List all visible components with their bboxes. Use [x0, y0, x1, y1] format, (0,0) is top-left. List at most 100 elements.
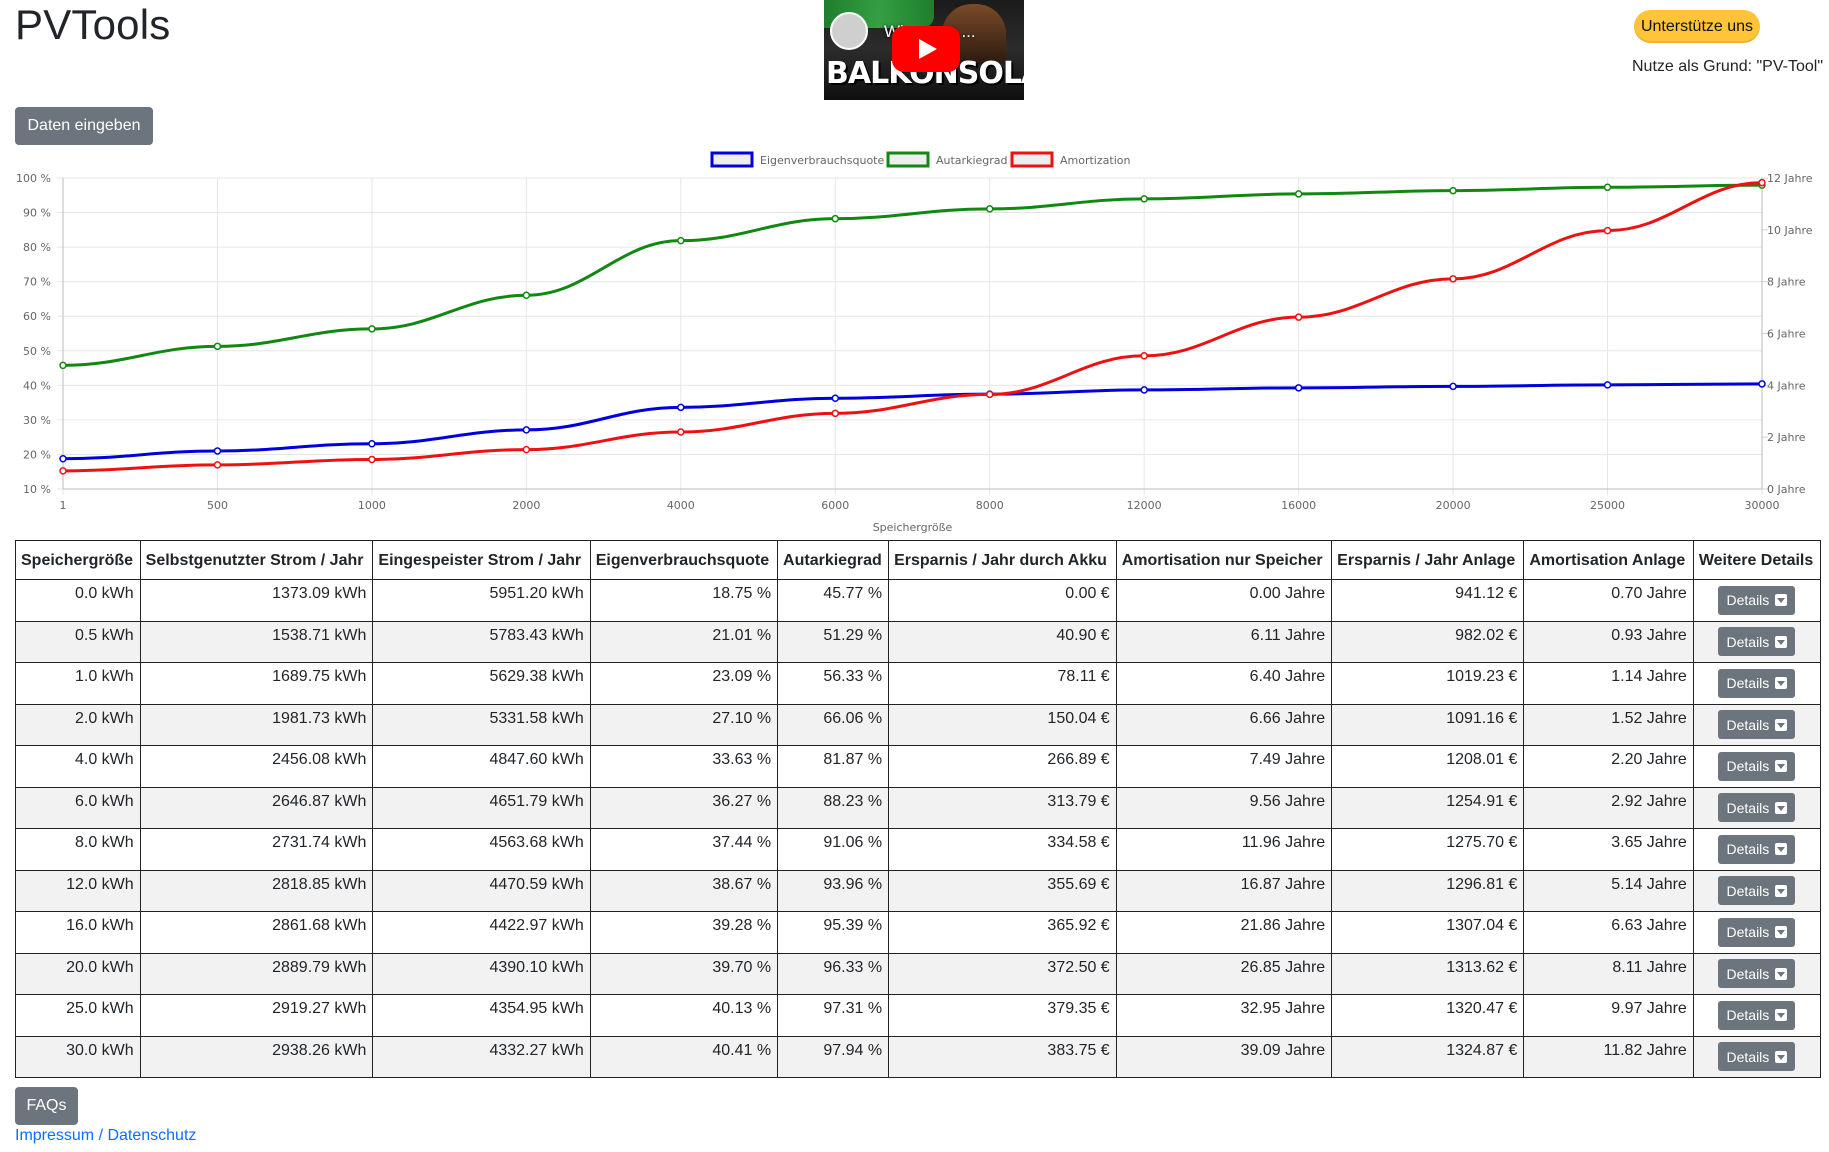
table-row: 6.0 kWh 2646.87 kWh 4651.79 kWh 36.27 % 88.2… [15, 786, 1822, 829]
table-cell: 5783.43 kWh [372, 620, 591, 663]
data-point [1294, 384, 1303, 392]
details-cell: Details [1692, 662, 1822, 705]
table-cell: 4847.60 kWh [372, 745, 591, 788]
caret-down-icon [1775, 718, 1788, 731]
details-cell: Details [1692, 703, 1822, 746]
y-right-tick-label: 6 Jahre [1767, 328, 1806, 341]
results-chart: Eigenverbrauchsquote Autarkiegrad Amortiza… [16, 151, 1813, 534]
table-cell: 11.96 Jahre [1115, 828, 1333, 871]
details-button[interactable]: Details [1718, 1000, 1796, 1030]
table-cell: 1091.16 € [1331, 703, 1525, 746]
data-point [831, 409, 840, 418]
table-cell: 8.0 kWh [15, 828, 141, 871]
table-cell: 6.40 Jahre [1115, 662, 1333, 705]
table-cell: 39.70 % [589, 952, 779, 995]
table-cell: 313.79 € [888, 786, 1117, 829]
table-cell: 39.09 Jahre [1115, 1035, 1333, 1078]
data-point [213, 447, 222, 455]
enter-data-button[interactable]: Daten eingeben [15, 107, 153, 145]
table-cell: 6.0 kWh [15, 786, 141, 829]
table-cell: 56.33 % [777, 662, 890, 705]
details-button[interactable]: Details [1718, 585, 1796, 615]
caret-down-icon [1775, 884, 1788, 897]
table-cell: 1373.09 kWh [139, 579, 374, 622]
table-cell: 97.31 % [777, 994, 890, 1037]
table-row: 16.0 kWh 2861.68 kWh 4422.97 kWh 39.28 % 95.… [15, 911, 1822, 954]
table-cell: 1254.91 € [1331, 786, 1525, 829]
data-point [1140, 386, 1148, 394]
table-cell: 96.33 % [777, 952, 890, 995]
table-cell: 1320.47 € [1331, 994, 1525, 1037]
y-left-tick-label: 60 % [23, 310, 51, 323]
table-cell: 33.63 % [589, 745, 779, 788]
details-button[interactable]: Details [1718, 959, 1796, 988]
table-row: 2.0 kWh 1981.73 kWh 5331.58 kWh 27.10 % 66.0… [15, 703, 1822, 746]
details-button[interactable]: Details [1718, 876, 1796, 905]
x-tick-label: 25000 [1590, 499, 1625, 512]
details-button[interactable]: Details [1718, 627, 1796, 656]
legend-swatch [1010, 151, 1054, 168]
data-point [985, 390, 994, 399]
data-point [368, 325, 376, 333]
data-point [522, 445, 531, 454]
table-cell: 982.02 € [1331, 620, 1525, 663]
x-tick-label: 1 [60, 499, 67, 512]
table-body: 0.0 kWh 1373.09 kWh 5951.20 kWh 18.75 % 45.7… [15, 579, 1822, 1078]
details-button[interactable]: Details [1718, 793, 1796, 822]
caret-down-icon [1775, 635, 1788, 648]
table-cell: 0.5 kWh [15, 620, 141, 663]
data-point [368, 455, 376, 464]
data-point [985, 205, 994, 213]
caret-down-icon [1775, 926, 1788, 938]
y-left-tick-label: 40 % [23, 379, 51, 392]
details-button[interactable]: Details [1718, 834, 1796, 864]
table-cell: 4390.10 kWh [372, 952, 591, 995]
x-tick-label: 4000 [667, 499, 695, 512]
legend-label: Eigenverbrauchsquote [760, 154, 884, 167]
legend-swatch [710, 151, 754, 168]
details-button-label: Details [1726, 841, 1770, 857]
table-cell: 266.89 € [888, 745, 1117, 788]
channel-avatar[interactable] [830, 12, 868, 50]
imprint-link[interactable]: Impressum / Datenschutz [15, 1127, 196, 1145]
table-cell: 379.35 € [888, 994, 1117, 1037]
details-button[interactable]: Details [1718, 751, 1796, 781]
table-cell: 40.13 % [589, 994, 779, 1037]
table-cell: 1538.71 kWh [139, 620, 374, 663]
table-cell: 3.65 Jahre [1523, 828, 1694, 871]
table-row: 25.0 kWh 2919.27 kWh 4354.95 kWh 40.13 % 97.… [15, 994, 1822, 1037]
play-icon[interactable] [892, 26, 960, 72]
details-button[interactable]: Details [1718, 917, 1796, 947]
table-cell: 66.06 % [777, 703, 890, 746]
table-cell: 20.0 kWh [15, 952, 141, 995]
caret-down-icon [1775, 843, 1788, 855]
details-button-label: Details [1726, 1007, 1770, 1023]
table-cell: 21.01 % [589, 620, 779, 663]
table-cell: 12.0 kWh [15, 869, 141, 912]
video-thumbnail[interactable]: Wi... pare ... BALKONSOLAR [824, 0, 1024, 100]
data-point [677, 428, 685, 436]
details-button[interactable]: Details [1718, 668, 1796, 698]
table-cell: 51.29 % [777, 620, 890, 663]
faq-button[interactable]: FAQs [15, 1087, 78, 1125]
data-point [522, 426, 531, 434]
table-cell: 40.90 € [888, 620, 1117, 663]
x-tick-label: 30000 [1745, 499, 1780, 512]
details-cell: Details [1692, 1035, 1822, 1078]
table-cell: 355.69 € [888, 869, 1117, 912]
table-cell: 40.41 % [589, 1035, 779, 1078]
details-button[interactable]: Details [1718, 710, 1796, 739]
table-cell: 32.95 Jahre [1115, 994, 1333, 1037]
column-header: Ersparnis / Jahr Anlage [1331, 540, 1525, 580]
support-button[interactable]: Unterstütze uns [1634, 10, 1760, 43]
table-cell: 2.0 kWh [15, 703, 141, 746]
details-button[interactable]: Details [1718, 1042, 1796, 1071]
table-cell: 39.28 % [589, 911, 779, 954]
table-cell: 383.75 € [888, 1035, 1117, 1078]
y-left-tick-label: 70 % [23, 276, 51, 289]
caret-down-icon [1775, 1009, 1788, 1021]
series-line [62, 382, 1763, 461]
table-cell: 1689.75 kWh [139, 662, 374, 705]
details-button-label: Details [1726, 633, 1770, 650]
x-tick-label: 8000 [976, 499, 1004, 512]
